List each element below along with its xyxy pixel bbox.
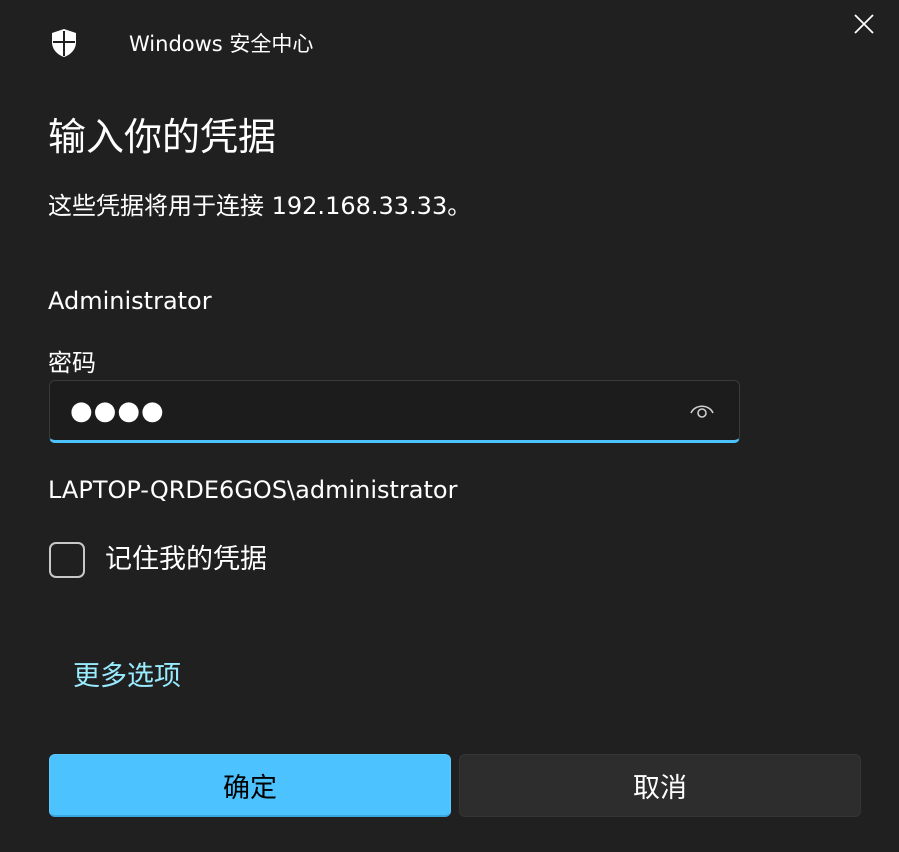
- username-text: Administrator: [48, 287, 212, 315]
- remember-checkbox[interactable]: [49, 542, 85, 578]
- password-label: 密码: [48, 349, 96, 377]
- more-options-link[interactable]: 更多选项: [73, 659, 181, 695]
- cancel-button[interactable]: 取消: [459, 754, 861, 817]
- connection-description: 这些凭据将用于连接 192.168.33.33。: [48, 192, 472, 220]
- domain-username: LAPTOP-QRDE6GOS\administrator: [48, 476, 458, 504]
- credential-dialog: Windows 安全中心 输入你的凭据 这些凭据将用于连接 192.168.33…: [0, 0, 899, 852]
- reveal-password-button[interactable]: [682, 397, 722, 427]
- remember-label: 记住我的凭据: [105, 544, 267, 575]
- shield-icon: [48, 27, 80, 59]
- dialog-heading: 输入你的凭据: [48, 115, 277, 159]
- password-field[interactable]: ●●●●: [49, 380, 740, 443]
- close-icon: [853, 13, 875, 39]
- password-masked-value: ●●●●: [70, 396, 165, 426]
- ok-button[interactable]: 确定: [49, 754, 451, 817]
- close-button[interactable]: [841, 5, 887, 47]
- eye-icon: [688, 400, 716, 424]
- app-title: Windows 安全中心: [129, 32, 314, 56]
- remember-credentials-option[interactable]: 记住我的凭据: [49, 542, 267, 578]
